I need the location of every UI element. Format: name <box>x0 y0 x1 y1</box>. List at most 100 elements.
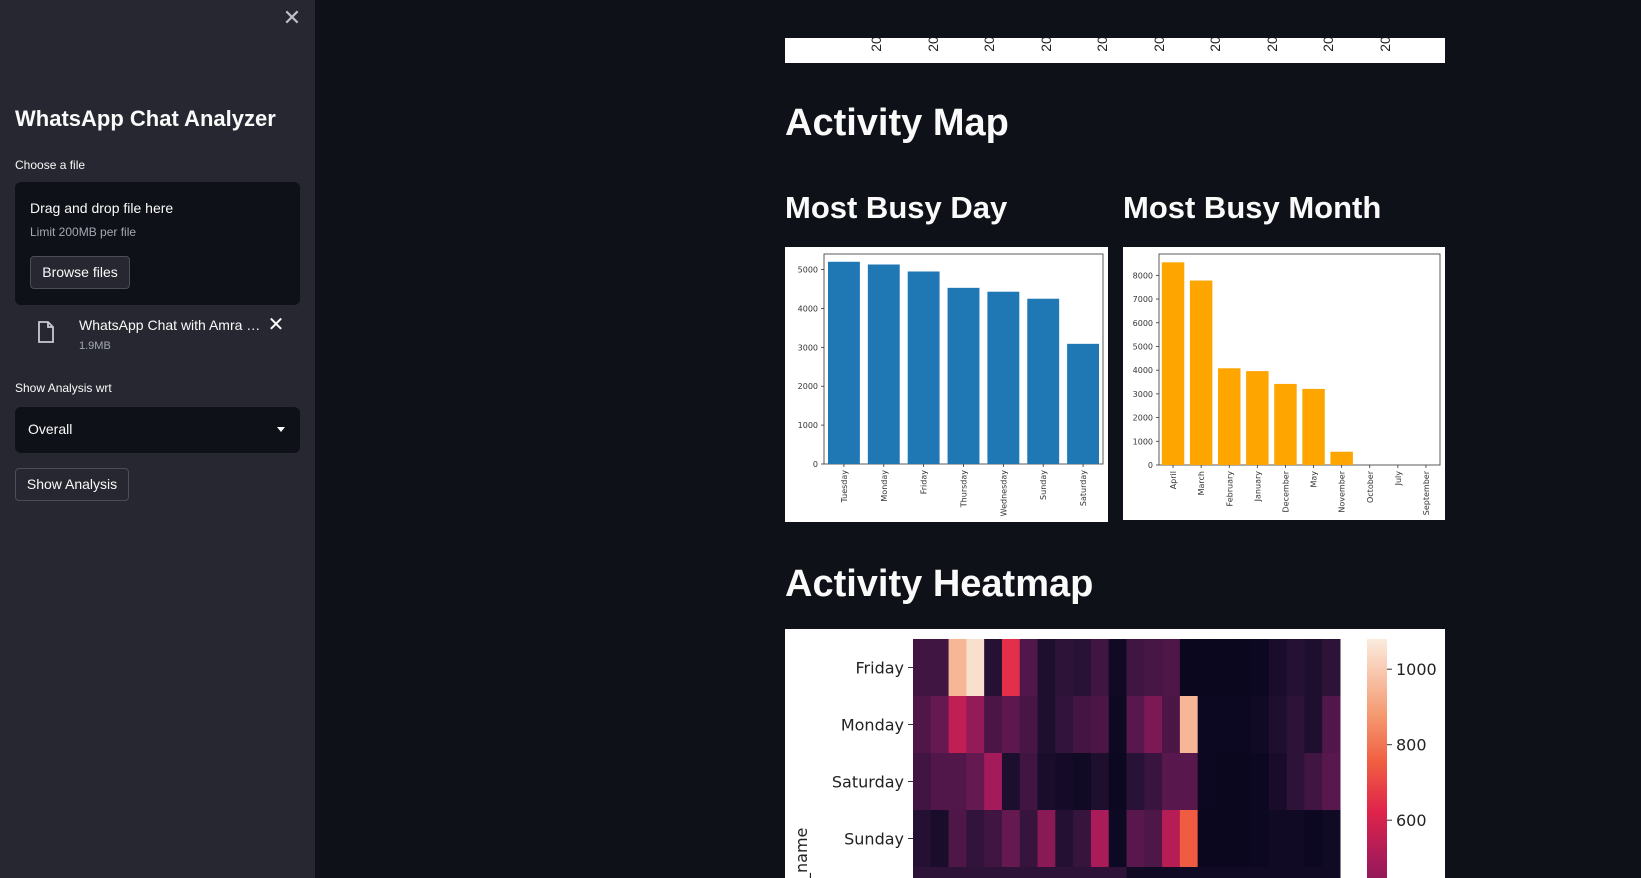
heatmap-cell <box>948 810 967 868</box>
heatmap-cell <box>1019 696 1039 754</box>
heatmap-cell <box>1001 867 1021 878</box>
heatmap-cell <box>1233 810 1252 868</box>
close-sidebar-icon[interactable]: ✕ <box>282 7 302 29</box>
heatmap-cell <box>1073 810 1092 868</box>
analysis-select-label: Show Analysis wrt <box>15 381 112 395</box>
strip-tick-label: 20 <box>924 38 941 52</box>
heatmap-cell <box>1251 696 1270 754</box>
heatmap-cell <box>1019 753 1039 811</box>
x-tick-label: Monday <box>880 470 889 502</box>
heatmap-cell <box>1108 639 1127 697</box>
heatmap-cell <box>948 639 967 697</box>
heatmap-cell <box>1073 753 1092 811</box>
remove-file-icon[interactable]: ✕ <box>266 315 286 335</box>
show-analysis-button[interactable]: Show Analysis <box>15 468 129 501</box>
bar <box>947 287 980 464</box>
app-title: WhatsApp Chat Analyzer <box>15 106 276 131</box>
heatmap-cell <box>1001 696 1021 754</box>
heatmap-cell <box>1304 867 1323 878</box>
y-tick-label: 4000 <box>1133 366 1153 375</box>
uploaded-file: WhatsApp Chat with Amra … 1.9MB ✕ <box>15 312 300 356</box>
heatmap-cell <box>1286 810 1305 868</box>
heatmap-cell <box>1197 867 1216 878</box>
heatmap-cell <box>1286 753 1305 811</box>
heatmap-cell <box>1268 867 1288 878</box>
heatmap-cell <box>948 696 967 754</box>
y-tick-label: 1000 <box>1133 437 1153 446</box>
analysis-select-value: Overall <box>28 421 73 437</box>
busy-month-chart: 0 1000 2000 3000 4000 5000 6000 7000 8000 April Ma… <box>1123 247 1445 520</box>
heatmap-row-label: Monday <box>841 716 904 735</box>
heatmap-cell <box>1055 696 1074 754</box>
strip-tick-label: 20 <box>868 38 884 52</box>
y-tick-label: 6000 <box>1133 319 1153 328</box>
y-tick-label: 0 <box>813 460 818 469</box>
heatmap-cell <box>1090 696 1110 754</box>
x-tick-label: April <box>1169 471 1178 489</box>
heatmap-cell <box>913 753 932 811</box>
heatmap-cell <box>1073 867 1092 878</box>
bar <box>1189 280 1213 465</box>
activity-heatmap-svg: Friday Monday Saturday Sunday day_name 1000 80… <box>792 639 1437 878</box>
heatmap-cell <box>1055 867 1074 878</box>
heatmap-cell <box>1233 696 1252 754</box>
heatmap-cell <box>1322 639 1341 697</box>
heatmap-cell <box>1286 639 1305 697</box>
heatmap-cell <box>913 639 932 697</box>
bar <box>1330 451 1353 465</box>
heatmap-cell <box>1322 753 1341 811</box>
chevron-down-icon <box>277 427 285 432</box>
x-tick-label: January <box>1253 471 1262 503</box>
heatmap-cell <box>1144 696 1163 754</box>
heatmap-cell <box>1233 867 1252 878</box>
busy-month-title: Most Busy Month <box>1123 190 1382 225</box>
heatmap-cell <box>1108 696 1127 754</box>
uploaded-file-name: WhatsApp Chat with Amra … <box>79 317 261 333</box>
heatmap-cell <box>930 753 950 811</box>
x-tick-label: Wednesday <box>999 470 1008 517</box>
heatmap-cell <box>1055 753 1074 811</box>
heatmap-row-label: Friday <box>856 659 905 678</box>
heatmap-cell <box>1304 696 1323 754</box>
heatmap-cell <box>1019 639 1039 697</box>
heatmap-cell <box>1126 810 1145 868</box>
x-tick-label: Friday <box>920 470 929 495</box>
strip-tick-label: 20 <box>1376 38 1393 52</box>
x-tick-label: Sunday <box>1039 470 1048 500</box>
y-tick-label: 8000 <box>1133 271 1153 280</box>
y-tick-label: 2000 <box>1133 414 1153 423</box>
heatmap-cell <box>966 867 985 878</box>
heatmap-cell <box>913 696 932 754</box>
heatmap-cell <box>1197 753 1216 811</box>
heatmap-cell <box>966 696 985 754</box>
heatmap-cell <box>1268 810 1288 868</box>
heatmap-cell <box>1268 639 1288 697</box>
heatmap-cell <box>1251 810 1270 868</box>
heatmap-cell <box>1108 753 1127 811</box>
strip-tick-label: 20 <box>1207 38 1223 52</box>
heatmap-cell <box>1162 696 1181 754</box>
heatmap-cell <box>966 753 985 811</box>
heatmap-cell <box>913 810 932 868</box>
analysis-select[interactable]: Overall <box>15 407 300 453</box>
heatmap-cell <box>1197 810 1216 868</box>
heatmap-cell <box>1126 753 1145 811</box>
heatmap-cell <box>1233 639 1252 697</box>
heatmap-cell <box>1179 867 1199 878</box>
heatmap-cell <box>1126 867 1145 878</box>
heatmap-cell <box>966 639 985 697</box>
heatmap-cell <box>1019 810 1039 868</box>
heatmap-cell <box>1144 639 1163 697</box>
heatmap-cell <box>1197 696 1216 754</box>
file-dropzone[interactable]: Drag and drop file here Limit 200MB per … <box>15 182 300 305</box>
previous-chart-strip: 20 20 20 20 20 20 20 20 20 20 <box>785 38 1445 63</box>
heatmap-cell <box>1215 753 1234 811</box>
browse-files-button[interactable]: Browse files <box>30 256 130 289</box>
heatmap-row-label: Sunday <box>844 830 904 849</box>
heatmap-cell <box>930 639 950 697</box>
heatmap-cell <box>948 867 967 878</box>
heatmap-cell <box>984 753 1003 811</box>
dropzone-title: Drag and drop file here <box>30 200 174 216</box>
x-tick-label: Saturday <box>1079 470 1088 506</box>
heatmap-cell <box>1322 810 1341 868</box>
